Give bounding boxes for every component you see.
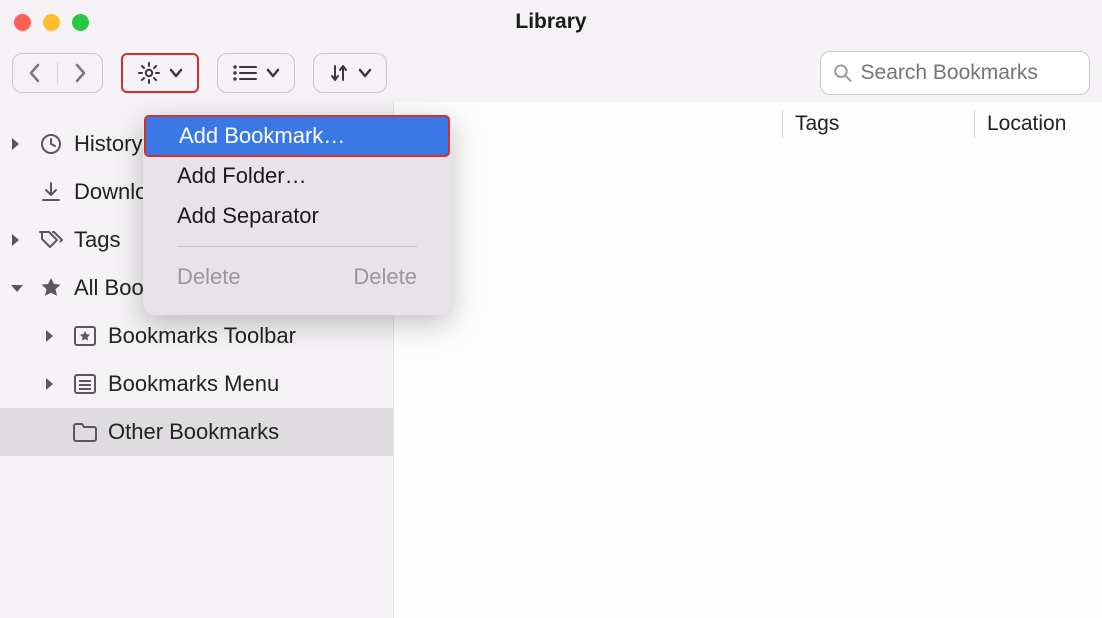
traffic-lights xyxy=(14,14,89,31)
disclosure-triangle-icon[interactable] xyxy=(10,283,28,294)
chevron-down-icon xyxy=(358,68,372,78)
chevron-down-icon xyxy=(169,68,183,78)
sort-icon xyxy=(328,62,350,84)
menu-delete: Delete Delete xyxy=(143,257,451,297)
nav-group xyxy=(12,53,103,93)
sidebar-item-label: History xyxy=(74,131,142,157)
close-window-button[interactable] xyxy=(14,14,31,31)
sidebar-item-label: Tags xyxy=(74,227,120,253)
window-title: Library xyxy=(515,10,586,34)
sidebar-item-label: Other Bookmarks xyxy=(108,419,279,445)
menu-add-bookmark[interactable]: Add Bookmark… xyxy=(145,116,449,156)
menu-list-icon xyxy=(72,371,98,397)
gear-icon xyxy=(137,61,161,85)
list-icon xyxy=(232,64,258,82)
menu-add-separator[interactable]: Add Separator xyxy=(143,196,451,236)
menu-delete-shortcut: Delete xyxy=(353,264,417,290)
toolbar-star-icon xyxy=(72,323,98,349)
disclosure-triangle-icon[interactable] xyxy=(10,233,28,247)
menu-delete-label: Delete xyxy=(177,264,241,290)
zoom-window-button[interactable] xyxy=(72,14,89,31)
tags-icon xyxy=(38,227,64,253)
search-input[interactable] xyxy=(861,61,1077,85)
clock-icon xyxy=(38,131,64,157)
search-icon xyxy=(833,62,853,84)
sidebar-item-other-bookmarks[interactable]: Other Bookmarks xyxy=(0,408,393,456)
menu-add-folder[interactable]: Add Folder… xyxy=(143,156,451,196)
disclosure-triangle-icon[interactable] xyxy=(44,329,62,343)
menu-separator xyxy=(177,246,417,247)
search-field[interactable] xyxy=(820,51,1090,95)
sidebar-item-label: Bookmarks Toolbar xyxy=(108,323,296,349)
views-button[interactable] xyxy=(217,53,295,93)
organize-button[interactable] xyxy=(121,53,199,93)
toolbar xyxy=(0,44,1102,102)
sort-button[interactable] xyxy=(313,53,387,93)
sidebar-item-bookmarks-menu[interactable]: Bookmarks Menu xyxy=(0,360,393,408)
column-location[interactable]: Location xyxy=(974,110,1102,138)
organize-menu: Add Bookmark… Add Folder… Add Separator … xyxy=(143,116,451,315)
star-icon xyxy=(38,275,64,301)
sidebar-item-bookmarks-toolbar[interactable]: Bookmarks Toolbar xyxy=(0,312,393,360)
chevron-down-icon xyxy=(266,68,280,78)
download-icon xyxy=(38,179,64,205)
chevron-right-icon xyxy=(73,63,87,83)
forward-button[interactable] xyxy=(58,54,102,92)
folder-icon xyxy=(72,419,98,445)
back-button[interactable] xyxy=(13,54,57,92)
disclosure-triangle-icon[interactable] xyxy=(44,377,62,391)
chevron-left-icon xyxy=(28,63,42,83)
disclosure-triangle-icon[interactable] xyxy=(10,137,28,151)
main-pane: e Tags Location xyxy=(394,102,1102,618)
titlebar: Library xyxy=(0,0,1102,44)
sidebar-item-label: Bookmarks Menu xyxy=(108,371,279,397)
minimize-window-button[interactable] xyxy=(43,14,60,31)
column-tags[interactable]: Tags xyxy=(782,110,974,138)
column-headers: e Tags Location xyxy=(394,102,1102,146)
